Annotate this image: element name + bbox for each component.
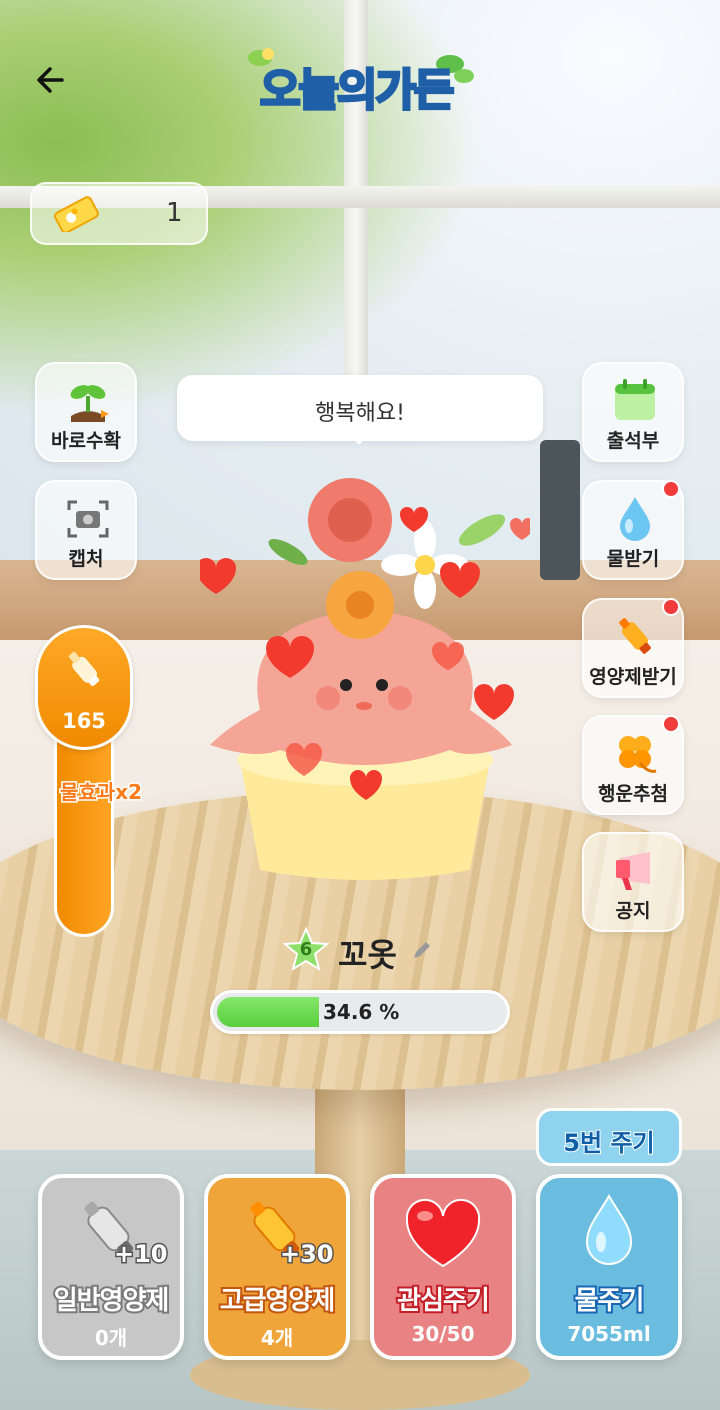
water-effect-label: 물효과x2 xyxy=(58,779,143,806)
progress-fill xyxy=(217,997,319,1027)
app-logo: 오늘의가든 xyxy=(238,42,482,118)
speech-bubble: 행복해요! xyxy=(177,375,543,445)
progress-text: 34.6 % xyxy=(323,1000,400,1024)
back-arrow-icon xyxy=(37,67,64,93)
instant-harvest-label: 바로수확 xyxy=(51,430,121,452)
lucky-draw-button[interactable]: 행운추첨 xyxy=(582,715,684,815)
action-label: 관심주기 xyxy=(395,1284,492,1318)
pencil-icon[interactable] xyxy=(410,938,434,962)
notification-dot xyxy=(662,715,680,733)
logo-text: 오늘의가든 xyxy=(258,64,455,118)
attendance-button[interactable]: 출석부 xyxy=(582,362,684,462)
gauge-bar xyxy=(54,725,114,937)
camera-icon xyxy=(67,500,109,538)
water-drop-icon xyxy=(585,1193,633,1265)
sprout-icon xyxy=(70,385,109,422)
nutrient-bottle-icon xyxy=(68,651,100,686)
action-label: 물주기 xyxy=(573,1284,647,1318)
gauge-value: 165 xyxy=(62,709,106,733)
notice-label: 공지 xyxy=(615,900,651,922)
lucky-ticket-icon xyxy=(54,196,99,232)
capture-label: 캡처 xyxy=(68,548,104,570)
get-nutrient-button[interactable]: 영양제받기 xyxy=(582,598,684,698)
notification-dot xyxy=(662,598,680,616)
plant-level: 6 xyxy=(299,939,313,960)
shelf-bottle xyxy=(540,440,580,580)
speech-text: 행복해요! xyxy=(315,401,405,426)
cycle-text: 5번 주기 xyxy=(562,1128,655,1158)
get-nutrient-label: 영양제받기 xyxy=(589,666,677,688)
nutrient-bottle-icon xyxy=(619,618,651,654)
ticket-count: 1 xyxy=(166,198,183,228)
premium-nutrient-button[interactable]: +30 고급영양제 4개 xyxy=(204,1174,350,1360)
lucky-draw-label: 행운추첨 xyxy=(598,783,668,805)
get-water-button[interactable]: 물받기 xyxy=(582,480,684,580)
plus-value: +10 xyxy=(113,1239,169,1270)
action-count: 7055ml xyxy=(567,1322,651,1346)
cycle-badge: 5번 주기 xyxy=(536,1108,682,1166)
water-plant-button[interactable]: 물주기 7055ml xyxy=(536,1174,682,1360)
growth-progress-bar: 34.6 % xyxy=(210,990,510,1034)
instant-harvest-button[interactable]: 바로수확 xyxy=(35,362,137,462)
action-count: 0개 xyxy=(94,1326,128,1350)
notice-button[interactable]: 공지 xyxy=(582,832,684,932)
heart-icon xyxy=(405,1198,481,1268)
basic-nutrient-button[interactable]: +10 일반영양제 0개 xyxy=(38,1174,184,1360)
notification-dot xyxy=(662,480,680,498)
calendar-icon xyxy=(615,379,655,420)
water-drop-icon xyxy=(620,497,650,541)
action-count: 4개 xyxy=(260,1326,294,1350)
ticket-counter[interactable]: 1 xyxy=(30,182,208,245)
action-label: 일반영양제 xyxy=(52,1284,172,1318)
action-count: 30/50 xyxy=(411,1322,475,1346)
give-attention-button[interactable]: 관심주기 30/50 xyxy=(370,1174,516,1360)
capture-button[interactable]: 캡처 xyxy=(35,480,137,580)
clover-icon xyxy=(619,736,657,773)
attendance-label: 출석부 xyxy=(606,430,660,452)
notice-icon xyxy=(616,852,650,890)
back-button[interactable] xyxy=(32,60,72,100)
plant-name: 꼬옷 xyxy=(338,936,397,974)
plant-character[interactable] xyxy=(200,460,530,890)
get-water-label: 물받기 xyxy=(606,548,660,570)
plus-value: +30 xyxy=(279,1239,335,1270)
action-label: 고급영양제 xyxy=(218,1284,338,1318)
